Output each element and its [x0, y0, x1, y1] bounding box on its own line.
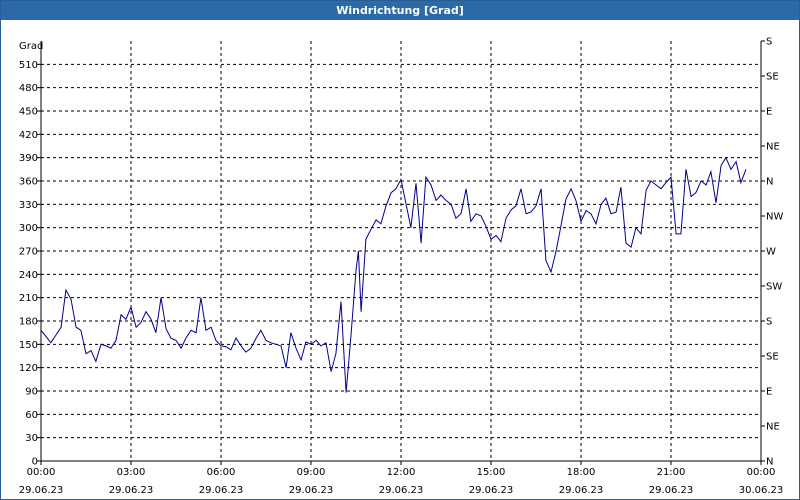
compass-tick-label: SE — [766, 352, 779, 363]
window-title: Windrichtung [Grad] — [1, 1, 799, 20]
x-tick-date: 29.06.23 — [19, 485, 64, 496]
compass-tick-label: NE — [766, 422, 780, 433]
x-tick-time: 15:00 — [477, 467, 506, 478]
y-tick-label: 180 — [19, 317, 38, 328]
x-tick-time: 21:00 — [657, 467, 686, 478]
y-tick-label: 420 — [19, 130, 38, 141]
y-tick-label: 510 — [19, 60, 38, 71]
x-tick-date: 29.06.23 — [199, 485, 244, 496]
x-tick-time: 00:00 — [747, 467, 776, 478]
compass-tick-label: SW — [766, 282, 782, 293]
compass-tick-label: N — [766, 177, 773, 188]
compass-tick-label: E — [766, 387, 772, 398]
x-tick-time: 06:00 — [207, 467, 236, 478]
y-axis-label: Grad — [19, 41, 43, 52]
y-tick-label: 330 — [19, 200, 38, 211]
x-tick-date: 29.06.23 — [559, 485, 604, 496]
x-tick-time: 09:00 — [297, 467, 326, 478]
y-tick-label: 30 — [25, 433, 38, 444]
compass-tick-label: N — [766, 457, 773, 468]
x-tick-date: 29.06.23 — [469, 485, 514, 496]
x-tick-date: 29.06.23 — [649, 485, 694, 496]
x-tick-date: 29.06.23 — [289, 485, 334, 496]
compass-tick-label: W — [766, 247, 776, 258]
y-tick-label: 60 — [25, 410, 38, 421]
y-tick-label: 360 — [19, 177, 38, 188]
x-tick-date: 30.06.23 — [739, 485, 784, 496]
y-tick-labels: 0 30 60 90 120 150 180 210 240 270 300 330 360 390 420… — [19, 60, 41, 468]
y-tick-label: 450 — [19, 107, 38, 118]
y-tick-label: 210 — [19, 293, 38, 304]
compass-tick-label: S — [766, 317, 772, 328]
y-tick-label: 240 — [19, 270, 38, 281]
compass-tick-label: E — [766, 107, 772, 118]
y-tick-label: 120 — [19, 363, 38, 374]
x-tick-time: 00:00 — [27, 467, 56, 478]
y-tick-label: 390 — [19, 153, 38, 164]
y-tick-label: 0 — [32, 457, 38, 468]
wind-direction-chart: Grad 0 30 60 90 120 150 180 210 240 270 300 330 360 3… — [19, 37, 784, 497]
x-tick-time: 03:00 — [117, 467, 146, 478]
y-tick-label: 90 — [25, 387, 38, 398]
y-tick-label: 270 — [19, 247, 38, 258]
compass-tick-label: S — [766, 37, 772, 48]
x-tick-date: 29.06.23 — [379, 485, 424, 496]
chart-window: Windrichtung [Grad] Grad 0 30 60 90 120 150 18… — [0, 0, 800, 500]
x-tick-date: 29.06.23 — [109, 485, 154, 496]
x-tick-time: 12:00 — [387, 467, 416, 478]
y-tick-label: 150 — [19, 340, 38, 351]
compass-tick-labels: N NE E SE S SW W NW N NE E SE S — [761, 37, 783, 468]
x-tick-labels: 00:00 29.06.23 03:00 29.06.23 06:00 29.06.23 0… — [19, 461, 784, 496]
compass-tick-label: NE — [766, 142, 780, 153]
y-tick-label: 300 — [19, 223, 38, 234]
compass-tick-label: SE — [766, 72, 779, 83]
compass-tick-label: NW — [766, 212, 783, 223]
y-tick-label: 480 — [19, 83, 38, 94]
x-tick-time: 18:00 — [567, 467, 596, 478]
